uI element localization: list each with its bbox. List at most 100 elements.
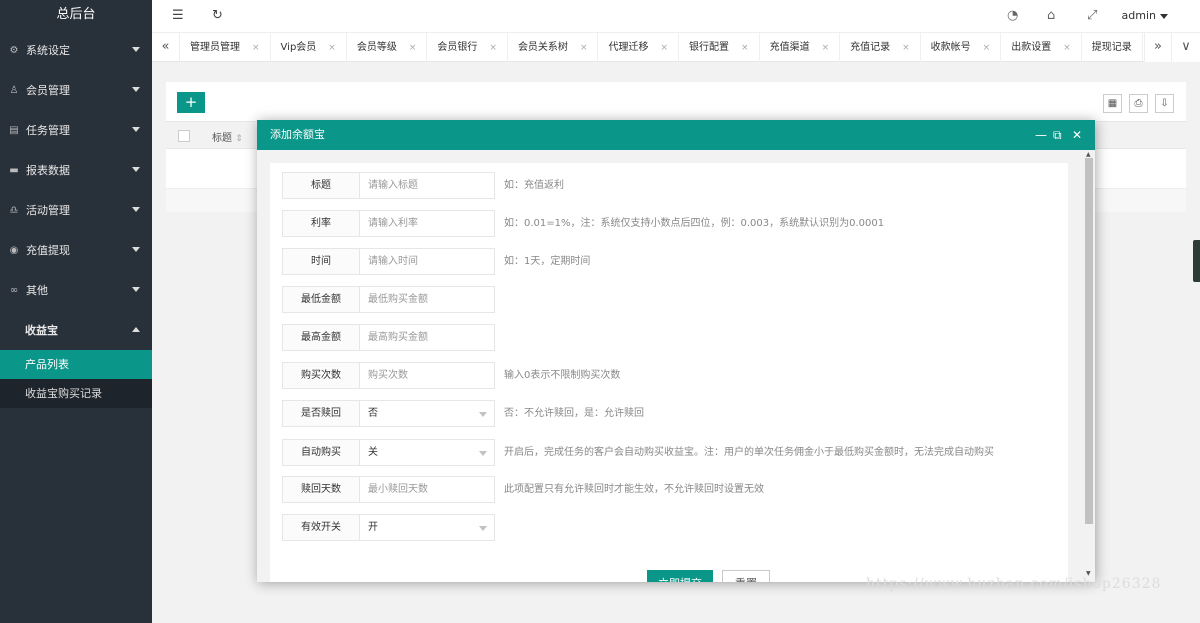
close-icon[interactable]: × bbox=[489, 34, 497, 62]
tab-agent-migrate[interactable]: 代理迁移 × bbox=[598, 33, 680, 62]
tab-label: 提现记录 bbox=[1091, 41, 1132, 53]
field-tip: 开启后，完成任务的客户会自动购买收益宝。注：用户的单次任务佣金小于最低购买金额时… bbox=[504, 447, 994, 458]
sidebar-item-members[interactable]: ♙ 会员管理 bbox=[0, 70, 152, 110]
sidebar-item-reports[interactable]: ▬ 报表数据 bbox=[0, 150, 152, 190]
select-value: 否 bbox=[368, 408, 378, 419]
sidebar-item-system[interactable]: ⚙ 系统设定 bbox=[0, 30, 152, 70]
fullscreen-icon[interactable]: ⤢ bbox=[1087, 8, 1097, 23]
tab-member-level[interactable]: 会员等级 × bbox=[347, 33, 428, 62]
min-amount-input[interactable]: 最低购买金额 bbox=[359, 286, 495, 313]
sort-icon: ⇕ bbox=[235, 134, 243, 144]
reset-button[interactable]: 重置 bbox=[722, 570, 770, 582]
minimize-icon[interactable]: — bbox=[1035, 120, 1047, 150]
dashboard-icon[interactable]: ◔ bbox=[1007, 8, 1018, 23]
purchase-count-input[interactable]: 购买次数 bbox=[359, 362, 495, 389]
close-icon[interactable]: ✕ bbox=[1072, 120, 1082, 150]
modal-body: 标题 请输入标题 如：充值返利 利率 请输入利率 如：0.01=1%，注：系统仅… bbox=[257, 150, 1095, 582]
sidebar-item-label: 系统设定 bbox=[26, 44, 70, 57]
scroll-up-icon[interactable]: ▲ bbox=[1086, 151, 1091, 158]
chevron-down-icon bbox=[132, 47, 140, 52]
close-icon[interactable]: × bbox=[1063, 34, 1071, 62]
sidebar-subitem-purchase-records[interactable]: 收益宝购买记录 bbox=[0, 379, 152, 408]
field-label: 时间 bbox=[282, 248, 360, 275]
caret-down-icon bbox=[1160, 13, 1168, 19]
chevron-down-icon bbox=[132, 207, 140, 212]
tab-withdraw-records[interactable]: 提现记录 bbox=[1082, 33, 1143, 62]
field-label: 赎回天数 bbox=[282, 476, 360, 503]
add-button[interactable]: + bbox=[177, 92, 205, 113]
tag-icon[interactable]: ⌂ bbox=[1047, 8, 1055, 23]
field-tip: 此项配置只有允许赎回时才能生效，不允许赎回时设置无效 bbox=[504, 484, 764, 495]
sidebar-item-other[interactable]: ∞ 其他 bbox=[0, 270, 152, 310]
sidebar-item-label: 任务管理 bbox=[26, 124, 70, 137]
chevron-down-icon bbox=[479, 412, 487, 417]
tab-recharge-records[interactable]: 充值记录 × bbox=[840, 33, 921, 62]
column-title-header[interactable]: 标题 ⇕ bbox=[212, 129, 243, 144]
menu-toggle-icon[interactable]: ☰ bbox=[172, 8, 184, 23]
redeem-days-input[interactable]: 最小赎回天数 bbox=[359, 476, 495, 503]
form-panel: 标题 请输入标题 如：充值返利 利率 请输入利率 如：0.01=1%，注：系统仅… bbox=[270, 163, 1068, 582]
sidebar-item-recharge[interactable]: ◉ 充值提现 bbox=[0, 230, 152, 270]
field-label: 是否赎回 bbox=[282, 400, 360, 427]
time-input[interactable]: 请输入时间 bbox=[359, 248, 495, 275]
modal-header: 添加余额宝 — ⧉ ✕ bbox=[257, 120, 1095, 150]
sidebar-item-label: 其他 bbox=[26, 284, 48, 297]
field-tip: 如：1天，定期时间 bbox=[504, 256, 591, 267]
user-icon: ♙ bbox=[9, 84, 19, 96]
tab-vip[interactable]: Vip会员 × bbox=[271, 33, 347, 62]
close-icon[interactable]: × bbox=[328, 34, 336, 62]
sidebar-item-tasks[interactable]: ▤ 任务管理 bbox=[0, 110, 152, 150]
field-label: 最低金额 bbox=[282, 286, 360, 313]
tab-next-button[interactable]: » bbox=[1144, 33, 1172, 62]
field-tip: 否：不允许赎回，是：允许赎回 bbox=[504, 408, 644, 419]
maximize-icon[interactable]: ⧉ bbox=[1053, 120, 1062, 150]
field-label: 最高金额 bbox=[282, 324, 360, 351]
tab-member-bank[interactable]: 会员银行 × bbox=[427, 33, 508, 62]
field-label: 有效开关 bbox=[282, 514, 360, 541]
side-drawer-handle[interactable] bbox=[1193, 240, 1200, 282]
close-icon[interactable]: × bbox=[902, 34, 910, 62]
close-icon[interactable]: × bbox=[580, 34, 588, 62]
tab-recharge-channel[interactable]: 充值渠道 × bbox=[760, 33, 841, 62]
tab-more-button[interactable]: ∨ bbox=[1172, 33, 1200, 62]
redeemable-select[interactable]: 否 bbox=[359, 400, 495, 427]
modal-scrollbar[interactable]: ▲ ▼ bbox=[1085, 151, 1093, 578]
field-label: 自动购买 bbox=[282, 439, 360, 466]
tab-label: 充值渠道 bbox=[769, 41, 810, 53]
tab-admin-manage[interactable]: 管理员管理 × bbox=[180, 33, 271, 62]
sidebar-item-yield[interactable]: 收益宝 bbox=[0, 310, 152, 350]
coin-icon: ◉ bbox=[9, 244, 19, 256]
columns-icon[interactable]: ▦ bbox=[1103, 94, 1122, 113]
select-all-checkbox[interactable] bbox=[178, 130, 190, 142]
tab-label: 会员银行 bbox=[437, 41, 478, 53]
sidebar-item-activities[interactable]: ♎ 活动管理 bbox=[0, 190, 152, 230]
close-icon[interactable]: × bbox=[660, 34, 668, 62]
sidebar-subitem-product-list[interactable]: 产品列表 bbox=[0, 350, 152, 379]
user-menu[interactable]: admin bbox=[1122, 9, 1168, 22]
max-amount-input[interactable]: 最高购买金额 bbox=[359, 324, 495, 351]
gear-icon: ⚙ bbox=[9, 44, 19, 56]
report-icon: ▬ bbox=[9, 164, 19, 176]
close-icon[interactable]: × bbox=[983, 34, 991, 62]
close-icon[interactable]: × bbox=[409, 34, 417, 62]
export-icon[interactable]: ⇩ bbox=[1155, 94, 1174, 113]
rate-input[interactable]: 请输入利率 bbox=[359, 210, 495, 237]
tab-payout-settings[interactable]: 出款设置 × bbox=[1001, 33, 1082, 62]
title-input[interactable]: 请输入标题 bbox=[359, 172, 495, 199]
tab-collection-account[interactable]: 收款帐号 × bbox=[921, 33, 1002, 62]
tab-bank-config[interactable]: 银行配置 × bbox=[679, 33, 760, 62]
tab-bar: « 管理员管理 × Vip会员 × 会员等级 × 会员银行 × 会员关系树 × 代理迁移 ×… bbox=[152, 33, 1200, 62]
submit-button[interactable]: 立即提交 bbox=[647, 570, 713, 582]
scroll-thumb[interactable] bbox=[1085, 158, 1093, 524]
close-icon[interactable]: × bbox=[252, 34, 260, 62]
auto-buy-select[interactable]: 关 bbox=[359, 439, 495, 466]
close-icon[interactable]: × bbox=[822, 34, 830, 62]
refresh-icon[interactable]: ↻ bbox=[212, 8, 223, 23]
tab-prev-button[interactable]: « bbox=[152, 33, 180, 62]
tab-member-tree[interactable]: 会员关系树 × bbox=[508, 33, 599, 62]
sidebar: 总后台 ⚙ 系统设定 ♙ 会员管理 ▤ 任务管理 ▬ 报表数据 ♎ 活动管理 ◉… bbox=[0, 0, 152, 623]
sidebar-item-label: 充值提现 bbox=[26, 244, 70, 257]
enabled-select[interactable]: 开 bbox=[359, 514, 495, 541]
print-icon[interactable]: ⎙ bbox=[1129, 94, 1148, 113]
close-icon[interactable]: × bbox=[741, 34, 749, 62]
